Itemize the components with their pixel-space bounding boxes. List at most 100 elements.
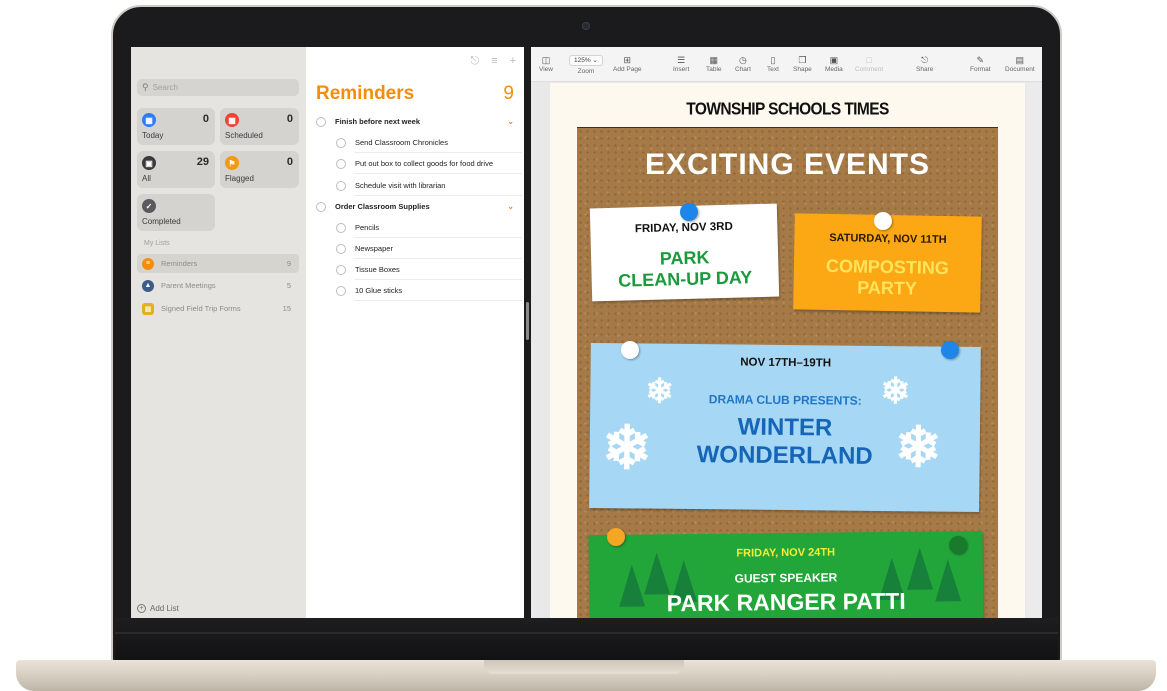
- reminders-sidebar: ⚲ Search ▦ 0 Today ▦ 0 Scheduled ▣ 29 Al…: [131, 47, 306, 618]
- toolbar-label: Document: [1005, 66, 1035, 73]
- reminder-item[interactable]: Send Classroom Chronicles: [306, 132, 524, 153]
- chart-icon: ◷: [739, 55, 747, 65]
- zoom-select[interactable]: 125% ⌄: [569, 55, 603, 66]
- toolbar-label: Chart: [735, 66, 751, 73]
- pushpin-icon: [941, 341, 959, 359]
- list-icon: ≡: [142, 257, 154, 270]
- reminder-group[interactable]: Finish before next week ⌄: [306, 112, 524, 131]
- row-divider: [354, 300, 522, 301]
- share-icon[interactable]: ⎋: [470, 55, 479, 68]
- event-date: NOV 17TH–19TH: [740, 356, 832, 370]
- smart-list-count: 0: [286, 156, 293, 168]
- corkboard-graphic: EXCITING EVENTS FRIDAY, NOV 3RD PARK CLE…: [577, 128, 998, 618]
- add-list-label: Add List: [150, 604, 179, 613]
- checkbox-circle-icon[interactable]: [336, 285, 346, 296]
- reminder-item[interactable]: Schedule visit with librarian: [306, 175, 524, 196]
- camera-icon: [582, 22, 590, 30]
- calendar-icon: ▦: [142, 113, 156, 127]
- checkbox-circle-icon[interactable]: [336, 222, 346, 233]
- toolbar-zoom-button[interactable]: 125% ⌄ Zoom: [569, 55, 603, 75]
- toolbar-insert-button[interactable]: ☰ Insert: [673, 55, 689, 73]
- reminder-group[interactable]: Order Classroom Supplies ⌄: [306, 197, 524, 216]
- document-icon: ▤: [1015, 55, 1025, 65]
- list-name: Signed Field Trip Forms: [161, 304, 241, 313]
- list-name: Parent Meetings: [161, 281, 216, 290]
- document-scrollbar[interactable]: [1026, 83, 1042, 618]
- toolbar-chart-button[interactable]: ◷ Chart: [735, 55, 751, 73]
- document-page[interactable]: TOWNSHIP SCHOOLS TIMES EXCITING EVENTS F…: [550, 83, 1025, 618]
- event-title: WINTER WONDERLAND: [590, 412, 981, 472]
- checkbox-circle-icon[interactable]: [336, 243, 346, 254]
- smart-list-today[interactable]: ▦ 0 Today: [137, 108, 215, 145]
- checkbox-circle-icon[interactable]: [316, 201, 326, 212]
- smart-list-all[interactable]: ▣ 29 All: [137, 151, 215, 188]
- reminder-item[interactable]: Put out box to collect goods for food dr…: [306, 153, 524, 174]
- toolbar-label: Shape: [793, 66, 812, 73]
- pushpin-icon: [874, 212, 892, 230]
- chevron-down-icon[interactable]: ⌄: [507, 117, 514, 126]
- event-title: COMPOSTING PARTY: [793, 255, 981, 300]
- smart-list-completed[interactable]: ✓ Completed: [137, 194, 215, 231]
- sidebar-item-reminders[interactable]: ≡ Reminders 9: [137, 254, 299, 273]
- toolbar-share-button[interactable]: ⎋ Share: [916, 55, 933, 73]
- split-view-grip-handle[interactable]: [526, 302, 529, 340]
- reminder-text: Tissue Boxes: [355, 265, 400, 274]
- add-reminder-icon[interactable]: +: [510, 55, 516, 68]
- checkbox-circle-icon[interactable]: [336, 180, 346, 191]
- toolbar-document-button[interactable]: ▤ Document: [1005, 55, 1035, 73]
- add-list-button[interactable]: + Add List: [137, 604, 179, 613]
- search-icon: ⚲: [142, 82, 149, 92]
- table-icon: ▦: [709, 55, 719, 65]
- reminder-item[interactable]: 10 Glue sticks: [306, 280, 524, 301]
- shape-icon: ❐: [798, 55, 807, 65]
- reminders-list-pane: ⎋ ≡ + Reminders 9 Finish before next wee…: [306, 47, 524, 618]
- smart-list-count: 29: [196, 156, 209, 168]
- toolbar-format-button[interactable]: ✎ Format: [970, 55, 991, 73]
- toolbar-comment-button[interactable]: □ Comment: [855, 55, 883, 73]
- row-divider: [354, 173, 522, 174]
- laptop-base-notch: [484, 660, 684, 674]
- toolbar-media-button[interactable]: ▣ Media: [825, 55, 843, 73]
- toolbar-label: Add Page: [613, 66, 642, 73]
- my-lists-heading: My Lists: [144, 240, 170, 247]
- toolbar-table-button[interactable]: ▦ Table: [706, 55, 722, 73]
- toolbar-label: Text: [767, 66, 779, 73]
- pushpin-icon: [680, 203, 698, 221]
- sidebar-item-parent-meetings[interactable]: ▲ Parent Meetings 5: [137, 276, 299, 295]
- toolbar-label: View: [539, 66, 553, 73]
- format-brush-icon: ✎: [976, 55, 985, 65]
- toolbar-text-button[interactable]: ▯ Text: [767, 55, 779, 73]
- media-icon: ▣: [829, 55, 839, 65]
- event-date: SATURDAY, NOV 11TH: [829, 231, 947, 247]
- pushpin-icon: [607, 528, 625, 546]
- reminder-item[interactable]: Pencils: [306, 217, 524, 238]
- smart-list-label: Today: [142, 131, 164, 140]
- event-title-line: WINTER: [737, 413, 833, 442]
- list-total-count: 9: [503, 83, 514, 104]
- search-input[interactable]: ⚲ Search: [137, 79, 299, 96]
- checkbox-circle-icon[interactable]: [336, 158, 346, 169]
- reminder-text: Put out box to collect goods for food dr…: [355, 159, 493, 168]
- toolbar-shape-button[interactable]: ❐ Shape: [793, 55, 812, 73]
- tray-icon: ▣: [142, 156, 156, 170]
- reminder-item[interactable]: Newspaper: [306, 238, 524, 259]
- toolbar-view-button[interactable]: ◫ View: [539, 55, 553, 73]
- sidebar-item-signed-field-trip-forms[interactable]: ▩ Signed Field Trip Forms 15: [137, 299, 299, 318]
- toolbar-add-page-button[interactable]: ⊞ Add Page: [613, 55, 642, 73]
- sort-icon[interactable]: ≡: [491, 55, 497, 68]
- toolbar-label: Format: [970, 66, 991, 73]
- split-view-divider[interactable]: [524, 47, 531, 618]
- checkbox-circle-icon[interactable]: [316, 116, 326, 127]
- add-page-icon: ⊞: [623, 55, 632, 65]
- event-title: PARK CLEAN-UP DAY: [591, 246, 779, 293]
- checkbox-circle-icon[interactable]: [336, 264, 346, 275]
- smart-list-scheduled[interactable]: ▦ 0 Scheduled: [220, 108, 299, 145]
- event-flyer-winter-wonderland: ❄ ❄ ❄ ❄ NOV 17TH–19TH DRAMA CLUB PRESENT…: [589, 342, 981, 513]
- list-name: Reminders: [161, 259, 198, 268]
- checkbox-circle-icon[interactable]: [336, 137, 346, 148]
- reminder-item[interactable]: Tissue Boxes: [306, 259, 524, 280]
- laptop-chin: [115, 618, 1058, 660]
- smart-list-flagged[interactable]: ⚑ 0 Flagged: [220, 151, 299, 188]
- pages-window: ◫ View 125% ⌄ Zoom ⊞ Add Page ☰ Insert ▦…: [531, 47, 1042, 618]
- chevron-down-icon[interactable]: ⌄: [507, 202, 514, 211]
